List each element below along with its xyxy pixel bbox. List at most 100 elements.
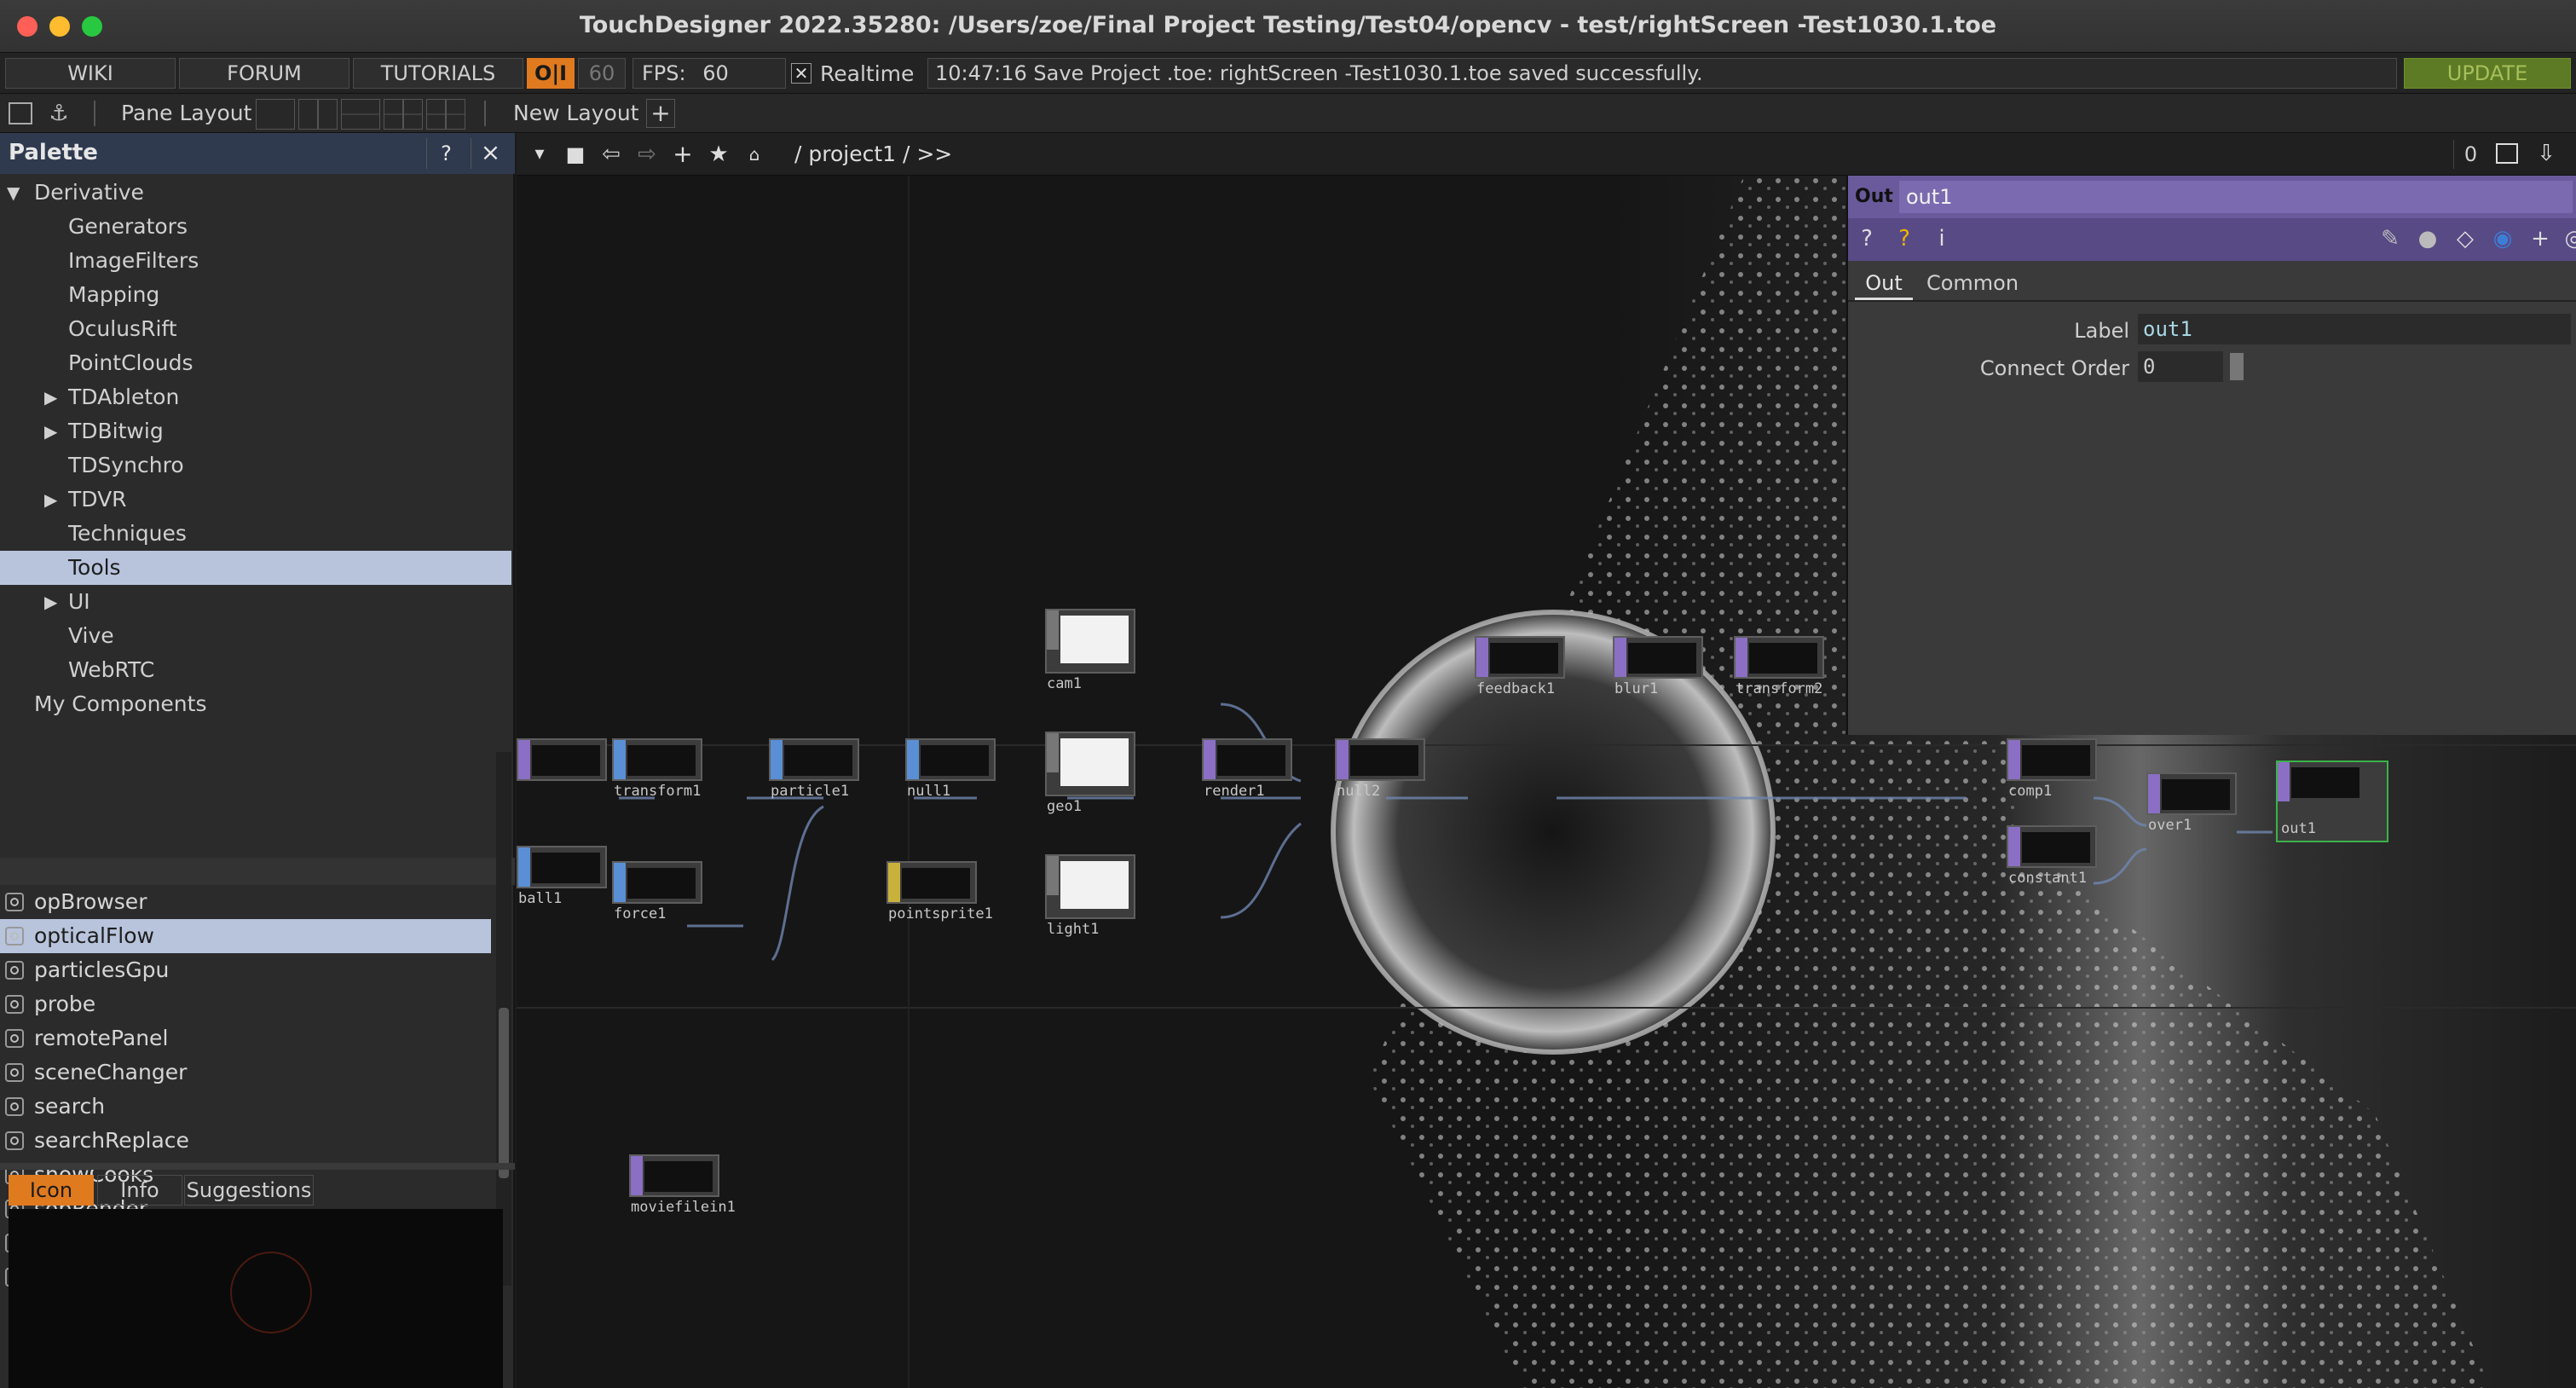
home-icon[interactable]: ⌂ — [742, 142, 767, 167]
label-param-field[interactable]: out1 — [2138, 314, 2571, 344]
realtime-checkbox[interactable]: ✕ — [791, 63, 811, 84]
component-item[interactable]: searchReplace — [0, 1124, 491, 1158]
component-item[interactable]: probe — [0, 987, 491, 1021]
help-button[interactable]: ? — [426, 138, 465, 169]
palette-tree-item[interactable]: My Components — [0, 687, 511, 721]
node-light1[interactable]: light1 — [1045, 854, 1135, 938]
layout-vsplit-button[interactable] — [298, 99, 338, 130]
tab-info[interactable]: Info — [97, 1175, 182, 1206]
oi-toggle[interactable]: O|I — [527, 58, 575, 89]
add-param-icon[interactable]: + — [2527, 225, 2554, 252]
palette-tree-item[interactable]: ▶ TDAbleton — [0, 380, 511, 414]
add-icon[interactable]: + — [670, 142, 696, 167]
back-arrow-icon[interactable]: ⇦ — [598, 142, 624, 167]
node-blur1[interactable]: blur1 — [1613, 636, 1703, 697]
update-button[interactable]: UPDATE — [2404, 58, 2571, 89]
palette-tree-item[interactable]: Vive — [0, 619, 511, 653]
component-item[interactable]: opticalFlow — [0, 919, 491, 953]
node-particle1[interactable]: particle1 — [769, 738, 859, 800]
palette-tree-item[interactable]: ▼ Derivative — [0, 176, 511, 210]
node-cam1[interactable]: cam1 — [1045, 609, 1135, 692]
node-pointsprite1[interactable]: pointsprite1 — [887, 861, 993, 922]
wiki-button[interactable]: WIKI — [5, 58, 176, 89]
palette-tree-item[interactable]: ImageFilters — [0, 244, 511, 278]
layout-single-button[interactable] — [256, 99, 295, 130]
node-transform2[interactable]: transform2 — [1734, 636, 1824, 697]
target-icon[interactable]: ◎ — [2561, 225, 2576, 252]
node-over1[interactable]: over1 — [2146, 772, 2237, 834]
home-icon[interactable]: ⚓ — [44, 101, 73, 126]
component-icon — [5, 995, 24, 1014]
eraser-icon[interactable]: ◇ — [2452, 225, 2479, 252]
comment-icon[interactable]: ● — [2414, 225, 2441, 252]
tab-icon[interactable]: Icon — [9, 1175, 94, 1206]
maximize-icon[interactable] — [2496, 143, 2518, 164]
network-editor[interactable]: ▾ ■ ⇦ ⇨ + ★ ⌂ / project1 / >> 0 ⇩ transf… — [517, 133, 2576, 1388]
tab-out[interactable]: Out — [1855, 268, 1913, 300]
palette-tree-item[interactable]: Mapping — [0, 278, 511, 312]
node-family-flag — [1614, 638, 1626, 677]
component-item[interactable]: sceneChanger — [0, 1055, 491, 1090]
component-item[interactable]: remotePanel — [0, 1021, 491, 1055]
connect-order-slider[interactable] — [2230, 353, 2244, 380]
tab-suggestions[interactable]: Suggestions — [184, 1175, 314, 1206]
layout-hsplit-button[interactable] — [341, 99, 380, 130]
palette-tree-item[interactable]: Tools — [0, 551, 511, 585]
chevron-right-icon[interactable]: ▶ — [44, 585, 57, 619]
palette-tree-item[interactable]: Techniques — [0, 517, 511, 551]
palette-tree-item[interactable]: PointClouds — [0, 346, 511, 380]
palette-tree-item[interactable]: ▶ UI — [0, 585, 511, 619]
palette-tree-item[interactable]: TDSynchro — [0, 448, 511, 483]
node-comp1[interactable]: comp1 — [2007, 738, 2097, 800]
scrollbar-thumb[interactable] — [499, 1008, 509, 1178]
add-layout-button[interactable]: + — [646, 99, 675, 128]
forward-arrow-icon[interactable]: ⇨ — [634, 142, 660, 167]
component-item[interactable]: particlesGpu — [0, 953, 491, 987]
node-null2[interactable]: null2 — [1335, 738, 1425, 800]
component-scrollbar[interactable] — [496, 752, 511, 1286]
splitter[interactable] — [0, 1163, 515, 1170]
pencil-icon[interactable]: ✎ — [2377, 225, 2404, 252]
chevron-right-icon[interactable]: ▶ — [44, 483, 57, 517]
node-moviefilein1[interactable]: moviefilein1 — [629, 1154, 736, 1216]
pane-split-icon[interactable] — [9, 102, 32, 124]
node-null1[interactable]: null1 — [905, 738, 996, 800]
python-icon[interactable]: ◉ — [2489, 225, 2516, 252]
python-help-icon[interactable]: ? — [1891, 225, 1918, 252]
node-feedback1[interactable]: feedback1 — [1475, 636, 1565, 697]
star-icon[interactable]: ★ — [706, 142, 731, 167]
forum-button[interactable]: FORUM — [179, 58, 349, 89]
palette-tree-item[interactable]: Generators — [0, 210, 511, 244]
node-render1[interactable]: render1 — [1202, 738, 1292, 800]
chevron-down-icon[interactable]: ▼ — [7, 176, 20, 210]
node-transform1[interactable]: transform1 — [612, 738, 702, 800]
node-out1[interactable]: out1 — [2276, 761, 2388, 842]
tutorials-button[interactable]: TUTORIALS — [353, 58, 523, 89]
fps-target[interactable]: 60 — [578, 58, 626, 89]
close-palette-button[interactable]: × — [471, 138, 510, 169]
tab-common[interactable]: Common — [1921, 268, 2024, 300]
node-geo1[interactable]: geo1 — [1045, 732, 1135, 815]
layout-4pane-button[interactable] — [426, 99, 465, 130]
palette-tree-item[interactable]: ▶ TDVR — [0, 483, 511, 517]
chevron-right-icon[interactable]: ▶ — [44, 380, 57, 414]
node-constant1[interactable]: constant1 — [2007, 825, 2097, 887]
palette-tree-item[interactable]: ▶ TDBitwig — [0, 414, 511, 448]
node-ball1[interactable]: ball1 — [517, 846, 607, 907]
info-icon[interactable]: i — [1928, 225, 1955, 252]
palette-tree-item[interactable]: OculusRift — [0, 312, 511, 346]
chevron-right-icon[interactable]: ▶ — [44, 414, 57, 448]
chevron-down-icon[interactable]: ▾ — [527, 142, 552, 167]
stop-icon[interactable]: ■ — [563, 142, 588, 167]
node-n-left1[interactable] — [517, 738, 607, 781]
layout-3pane-button[interactable] — [384, 99, 423, 130]
node-force1[interactable]: force1 — [612, 861, 702, 922]
op-name-field[interactable]: out1 — [1899, 181, 2573, 213]
help-icon[interactable]: ? — [1853, 225, 1880, 252]
connect-order-field[interactable]: 0 — [2138, 351, 2223, 382]
component-item[interactable]: search — [0, 1090, 491, 1124]
palette-tree-item[interactable]: WebRTC — [0, 653, 511, 687]
download-arrow-icon[interactable]: ⇩ — [2533, 140, 2559, 167]
component-item[interactable]: opBrowser — [0, 885, 491, 919]
network-path[interactable]: / project1 / >> — [794, 142, 952, 166]
